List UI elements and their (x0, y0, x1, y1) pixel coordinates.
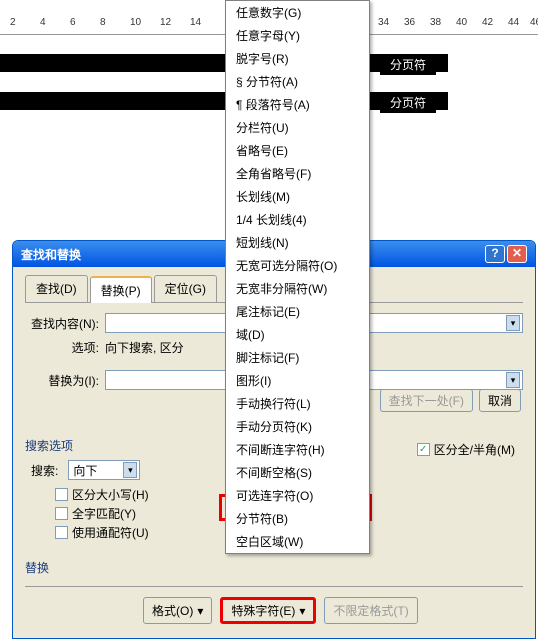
find-next-button[interactable]: 查找下一处(F) (380, 389, 473, 412)
menu-item-endnote-mark[interactable]: 尾注标记(E) (226, 300, 369, 323)
close-button[interactable]: ✕ (507, 245, 527, 263)
search-direction-value: 向下 (73, 462, 97, 479)
menu-item-section-char[interactable]: § 分节符(A) (226, 70, 369, 93)
ruler-tick: 36 (404, 17, 415, 28)
ruler-tick: 2 (10, 17, 16, 28)
menu-item-any-letter[interactable]: 任意字母(Y) (226, 24, 369, 47)
chevron-down-icon[interactable]: ▾ (506, 372, 520, 388)
wildcard-checkbox[interactable] (55, 526, 68, 539)
menu-item-field[interactable]: 域(D) (226, 323, 369, 346)
ruler-tick: 38 (430, 17, 441, 28)
menu-item-nonbreaking-space[interactable]: 不间断空格(S) (226, 461, 369, 484)
menu-item-section-break[interactable]: 分节符(B) (226, 507, 369, 530)
ruler-tick: 14 (190, 17, 201, 28)
replace-section-header: 替换 (25, 559, 523, 576)
text-bar (370, 54, 380, 72)
options-label: 选项: (25, 339, 105, 356)
search-direction-label: 搜索: (31, 462, 58, 479)
whole-word-checkbox[interactable] (55, 507, 68, 520)
replace-with-label: 替换为(I): (25, 372, 105, 389)
text-bar (370, 92, 380, 110)
full-half-width-label: 区分全/半角(M) (434, 441, 515, 458)
page-break-marker: 分页符 (380, 92, 436, 113)
ruler-tick: 12 (160, 17, 171, 28)
case-sensitive-checkbox[interactable] (55, 488, 68, 501)
ruler-tick: 8 (100, 17, 106, 28)
menu-item-manual-line-break[interactable]: 手动换行符(L) (226, 392, 369, 415)
case-sensitive-label: 区分大小写(H) (72, 486, 149, 503)
tab-goto[interactable]: 定位(G) (154, 275, 217, 302)
menu-item-no-width-optional[interactable]: 无宽可选分隔符(O) (226, 254, 369, 277)
chevron-down-icon[interactable]: ▾ (506, 315, 520, 331)
special-char-button[interactable]: 特殊字符(E) ▾ (220, 597, 316, 624)
whole-word-label: 全字匹配(Y) (72, 505, 136, 522)
menu-item-white-space[interactable]: 空白区域(W) (226, 530, 369, 553)
chevron-down-icon: ▾ (299, 604, 305, 618)
help-button[interactable]: ? (485, 245, 505, 263)
menu-item-any-digit[interactable]: 任意数字(G) (226, 1, 369, 24)
text-bar (434, 92, 448, 110)
wildcard-label: 使用通配符(U) (72, 524, 149, 541)
dialog-title-text: 查找和替换 (21, 246, 81, 263)
ruler-tick: 42 (482, 17, 493, 28)
menu-item-ellipsis[interactable]: 省略号(E) (226, 139, 369, 162)
menu-item-footnote-mark[interactable]: 脚注标记(F) (226, 346, 369, 369)
menu-item-paragraph-char[interactable]: ¶ 段落符号(A) (226, 93, 369, 116)
text-bar (434, 54, 448, 72)
format-button[interactable]: 格式(O) ▾ (143, 597, 212, 624)
search-direction-select[interactable]: 向下 ▾ (68, 460, 140, 480)
ruler-tick: 34 (378, 17, 389, 28)
menu-item-quarter-em-dash[interactable]: 1/4 长划线(4) (226, 208, 369, 231)
ruler-tick: 40 (456, 17, 467, 28)
menu-item-graphic[interactable]: 图形(I) (226, 369, 369, 392)
tab-find[interactable]: 查找(D) (25, 275, 88, 302)
ruler-tick: 6 (70, 17, 76, 28)
text-bar (0, 54, 225, 72)
menu-item-manual-page-break[interactable]: 手动分页符(K) (226, 415, 369, 438)
full-half-width-checkbox[interactable] (417, 443, 430, 456)
ruler-tick: 44 (508, 17, 519, 28)
menu-item-nonbreaking-hyphen[interactable]: 不间断连字符(H) (226, 438, 369, 461)
cancel-button[interactable]: 取消 (479, 389, 521, 412)
no-format-button[interactable]: 不限定格式(T) (324, 597, 417, 624)
chevron-down-icon: ▾ (197, 604, 203, 618)
chevron-down-icon[interactable]: ▾ (123, 462, 137, 478)
menu-item-caret[interactable]: 脱字号(R) (226, 47, 369, 70)
ruler-tick: 4 (40, 17, 46, 28)
menu-item-no-width-non-break[interactable]: 无宽非分隔符(W) (226, 277, 369, 300)
find-content-label: 查找内容(N): (25, 315, 105, 332)
tab-replace[interactable]: 替换(P) (90, 276, 152, 303)
page-break-marker: 分页符 (380, 54, 436, 75)
menu-item-column-break[interactable]: 分栏符(U) (226, 116, 369, 139)
special-char-menu: 任意数字(G) 任意字母(Y) 脱字号(R) § 分节符(A) ¶ 段落符号(A… (225, 0, 370, 554)
menu-item-optional-hyphen[interactable]: 可选连字符(O) (226, 484, 369, 507)
ruler-tick: 46 (530, 17, 538, 28)
menu-item-full-ellipsis[interactable]: 全角省略号(F) (226, 162, 369, 185)
text-bar (0, 92, 225, 110)
menu-item-em-dash[interactable]: 长划线(M) (226, 185, 369, 208)
ruler-tick: 10 (130, 17, 141, 28)
menu-item-en-dash[interactable]: 短划线(N) (226, 231, 369, 254)
